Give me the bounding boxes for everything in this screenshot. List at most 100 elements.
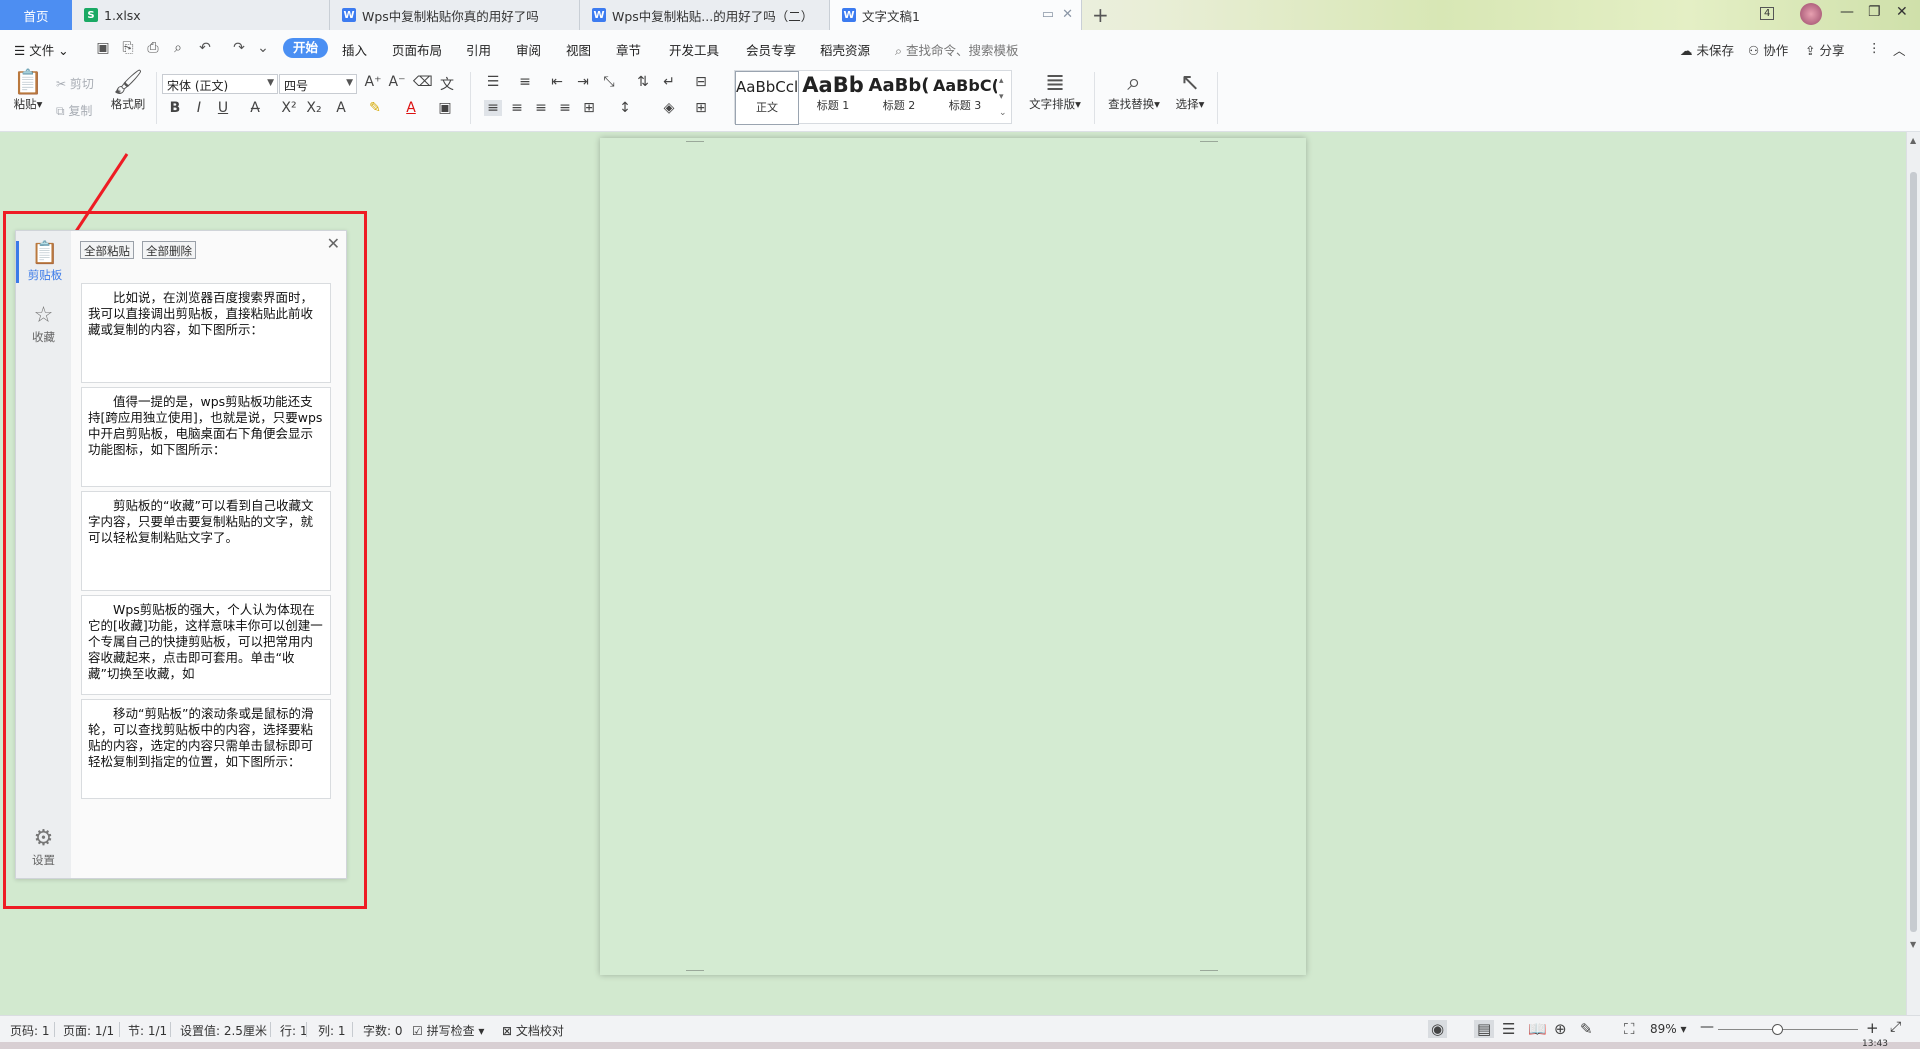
fit-page-icon[interactable]: ⛶ xyxy=(1624,1020,1635,1038)
clipboard-item[interactable]: 移动“剪贴板”的滚动条或是鼠标的滑轮，可以查找剪贴板中的内容，选择要粘贴的内容，… xyxy=(81,699,331,799)
shading-icon[interactable]: ◈ xyxy=(660,100,678,116)
tab-page-layout[interactable]: 页面布局 xyxy=(392,40,442,59)
grow-font-icon[interactable]: A⁺ xyxy=(364,74,382,90)
tab-home[interactable]: 首页 xyxy=(0,0,72,30)
document-page[interactable] xyxy=(600,138,1306,975)
web-view-icon[interactable]: ⊕ xyxy=(1554,1020,1567,1038)
show-marks-icon[interactable]: ↵ xyxy=(660,74,678,90)
more-icon[interactable]: ⋮ xyxy=(1868,40,1881,55)
outline-view-icon[interactable]: ☰ xyxy=(1502,1020,1515,1038)
export-pdf-icon[interactable]: ⎘ xyxy=(119,39,137,57)
style-normal[interactable]: AaBbCcl 正文 xyxy=(735,71,799,125)
print-icon[interactable]: ⎙ xyxy=(144,39,162,57)
tab-chapter[interactable]: 章节 xyxy=(616,40,641,59)
phonetic-icon[interactable]: 文 xyxy=(438,74,456,94)
sort-icon[interactable]: ⇅ xyxy=(634,74,652,90)
numbered-list-icon[interactable]: ≡ xyxy=(516,74,534,90)
font-name-select[interactable]: 宋体 (正文) ▼ xyxy=(162,74,278,94)
setting-value[interactable]: 设置值: 2.5厘米 xyxy=(180,1022,267,1039)
zoom-level[interactable]: 89% ▾ xyxy=(1650,1022,1687,1036)
tab-xlsx[interactable]: S 1.xlsx xyxy=(72,0,330,30)
sidebar-item-clipboard[interactable]: 📋 剪贴板 xyxy=(16,241,71,283)
delete-all-button[interactable]: 全部删除 xyxy=(142,241,196,259)
sidebar-item-settings[interactable]: ⚙ 设置 xyxy=(16,826,71,868)
tab-references[interactable]: 引用 xyxy=(466,40,491,59)
spell-check-button[interactable]: ☑ 拼写检查 ▾ xyxy=(412,1022,484,1039)
tab-doc-wps1[interactable]: W Wps中复制粘贴你真的用好了吗 xyxy=(330,0,580,30)
tab-start[interactable]: 开始 xyxy=(283,38,328,58)
line-spacing-icon[interactable]: ↕ xyxy=(616,100,634,116)
eye-protection-icon[interactable]: ◉ xyxy=(1428,1020,1448,1038)
style-heading-2[interactable]: AaBb( 标题 2 xyxy=(867,71,931,125)
clipboard-item[interactable]: 剪贴板的“收藏”可以看到自己收藏文字内容，只要单击要复制粘贴的文字，就可以轻松复… xyxy=(81,491,331,591)
text-effect-icon[interactable]: A xyxy=(332,100,350,116)
section-count[interactable]: 节: 1/1 xyxy=(128,1022,167,1039)
unsaved-status[interactable]: ☁ 未保存 xyxy=(1680,40,1734,59)
underline-icon[interactable]: U xyxy=(214,100,232,116)
bold-icon[interactable]: B xyxy=(166,100,184,116)
word-count[interactable]: 字数: 0 xyxy=(363,1022,403,1039)
scroll-down-icon[interactable]: ▼ xyxy=(1910,940,1916,949)
page-number[interactable]: 页码: 1 xyxy=(10,1022,50,1039)
row-indicator[interactable]: 行: 1 xyxy=(280,1022,308,1039)
tab-resources[interactable]: 稻壳资源 xyxy=(820,40,870,59)
styles-scroll[interactable]: ▴ ▾ ⌄ xyxy=(999,73,1007,121)
print-preview-icon[interactable]: ⌕ xyxy=(169,39,187,57)
sidebar-item-favorites[interactable]: ☆ 收藏 xyxy=(16,303,71,345)
share-button[interactable]: ⇪ 分享 xyxy=(1805,40,1844,59)
font-color-icon[interactable]: A xyxy=(402,100,420,116)
italic-icon[interactable]: I xyxy=(190,100,208,116)
undo-icon[interactable]: ↶ xyxy=(196,39,214,57)
window-count-badge[interactable]: 4 xyxy=(1760,7,1775,20)
tab-view[interactable]: 视图 xyxy=(566,40,591,59)
collaborate-button[interactable]: ⚇ 协作 xyxy=(1748,40,1788,59)
tab-doc-active[interactable]: W 文字文稿1 ▭ ✕ xyxy=(830,0,1082,30)
style-heading-1[interactable]: AaBb 标题 1 xyxy=(801,71,865,125)
collapse-ribbon-icon[interactable]: ︿ xyxy=(1893,40,1906,59)
style-heading-3[interactable]: AaBbC( 标题 3 xyxy=(933,71,997,125)
subscript-icon[interactable]: X₂ xyxy=(305,100,323,116)
zoom-in-icon[interactable]: + xyxy=(1866,1019,1879,1037)
doc-proofread-button[interactable]: ⊠ 文档校对 xyxy=(502,1022,564,1039)
command-search[interactable]: ⌕ 查找命令、搜索模板 xyxy=(895,40,1019,59)
zoom-out-icon[interactable]: — xyxy=(1700,1019,1714,1035)
page-count[interactable]: 页面: 1/1 xyxy=(63,1022,114,1039)
tab-doc-wps2[interactable]: W Wps中复制粘贴...的用好了吗（二） xyxy=(580,0,830,30)
minimize-icon[interactable]: — xyxy=(1840,4,1854,20)
column-indicator[interactable]: 列: 1 xyxy=(318,1022,346,1039)
copy-button[interactable]: ⧉ 复制 xyxy=(56,102,92,119)
font-size-select[interactable]: 四号 ▼ xyxy=(279,74,357,94)
select-button[interactable]: ↖ 选择▾ xyxy=(1170,68,1210,112)
tab-developer[interactable]: 开发工具 xyxy=(669,40,719,59)
fullscreen-icon[interactable]: ⤢ xyxy=(1890,1019,1901,1035)
tab-member[interactable]: 会员专享 xyxy=(746,40,796,59)
tab-insert[interactable]: 插入 xyxy=(342,40,367,59)
align-center-icon[interactable]: ≡ xyxy=(508,100,526,116)
increase-indent-icon[interactable]: ⇥ xyxy=(574,74,592,90)
highlight-icon[interactable]: ✎ xyxy=(366,100,384,116)
tab-review[interactable]: 审阅 xyxy=(516,40,541,59)
paste-all-button[interactable]: 全部粘贴 xyxy=(80,241,134,259)
char-border-icon[interactable]: ▣ xyxy=(436,100,454,116)
distribute-icon[interactable]: ⊞ xyxy=(580,100,598,116)
scroll-thumb[interactable] xyxy=(1910,172,1917,932)
clear-format-icon[interactable]: ⌫ xyxy=(413,74,433,90)
paste-button[interactable]: 📋 粘贴▾ xyxy=(10,68,46,112)
format-painter-button[interactable]: 🖌 格式刷 xyxy=(108,68,148,112)
borders-icon[interactable]: ⊞ xyxy=(692,100,710,116)
scroll-up-icon[interactable]: ▲ xyxy=(1910,136,1916,145)
superscript-icon[interactable]: X² xyxy=(280,100,298,116)
restore-icon[interactable]: ❐ xyxy=(1868,4,1881,20)
write-mode-icon[interactable]: ✎ xyxy=(1580,1020,1593,1038)
bullet-list-icon[interactable]: ☰ xyxy=(484,74,502,90)
avatar[interactable] xyxy=(1800,3,1822,25)
chinese-layout-icon[interactable]: ⤡ xyxy=(600,74,618,90)
page-view-icon[interactable]: ▤ xyxy=(1474,1020,1495,1038)
align-right-icon[interactable]: ≡ xyxy=(532,100,550,116)
close-icon[interactable]: ✕ xyxy=(327,234,340,253)
clipboard-item[interactable]: Wps剪贴板的强大，个人认为体现在它的[收藏]功能，这样意味丰你可以创建一个专属… xyxy=(81,595,331,695)
strikethrough-icon[interactable]: A̶ xyxy=(246,100,264,116)
table-tools-icon[interactable]: ⊟ xyxy=(692,74,710,90)
zoom-slider-handle[interactable] xyxy=(1772,1024,1783,1035)
decrease-indent-icon[interactable]: ⇤ xyxy=(548,74,566,90)
